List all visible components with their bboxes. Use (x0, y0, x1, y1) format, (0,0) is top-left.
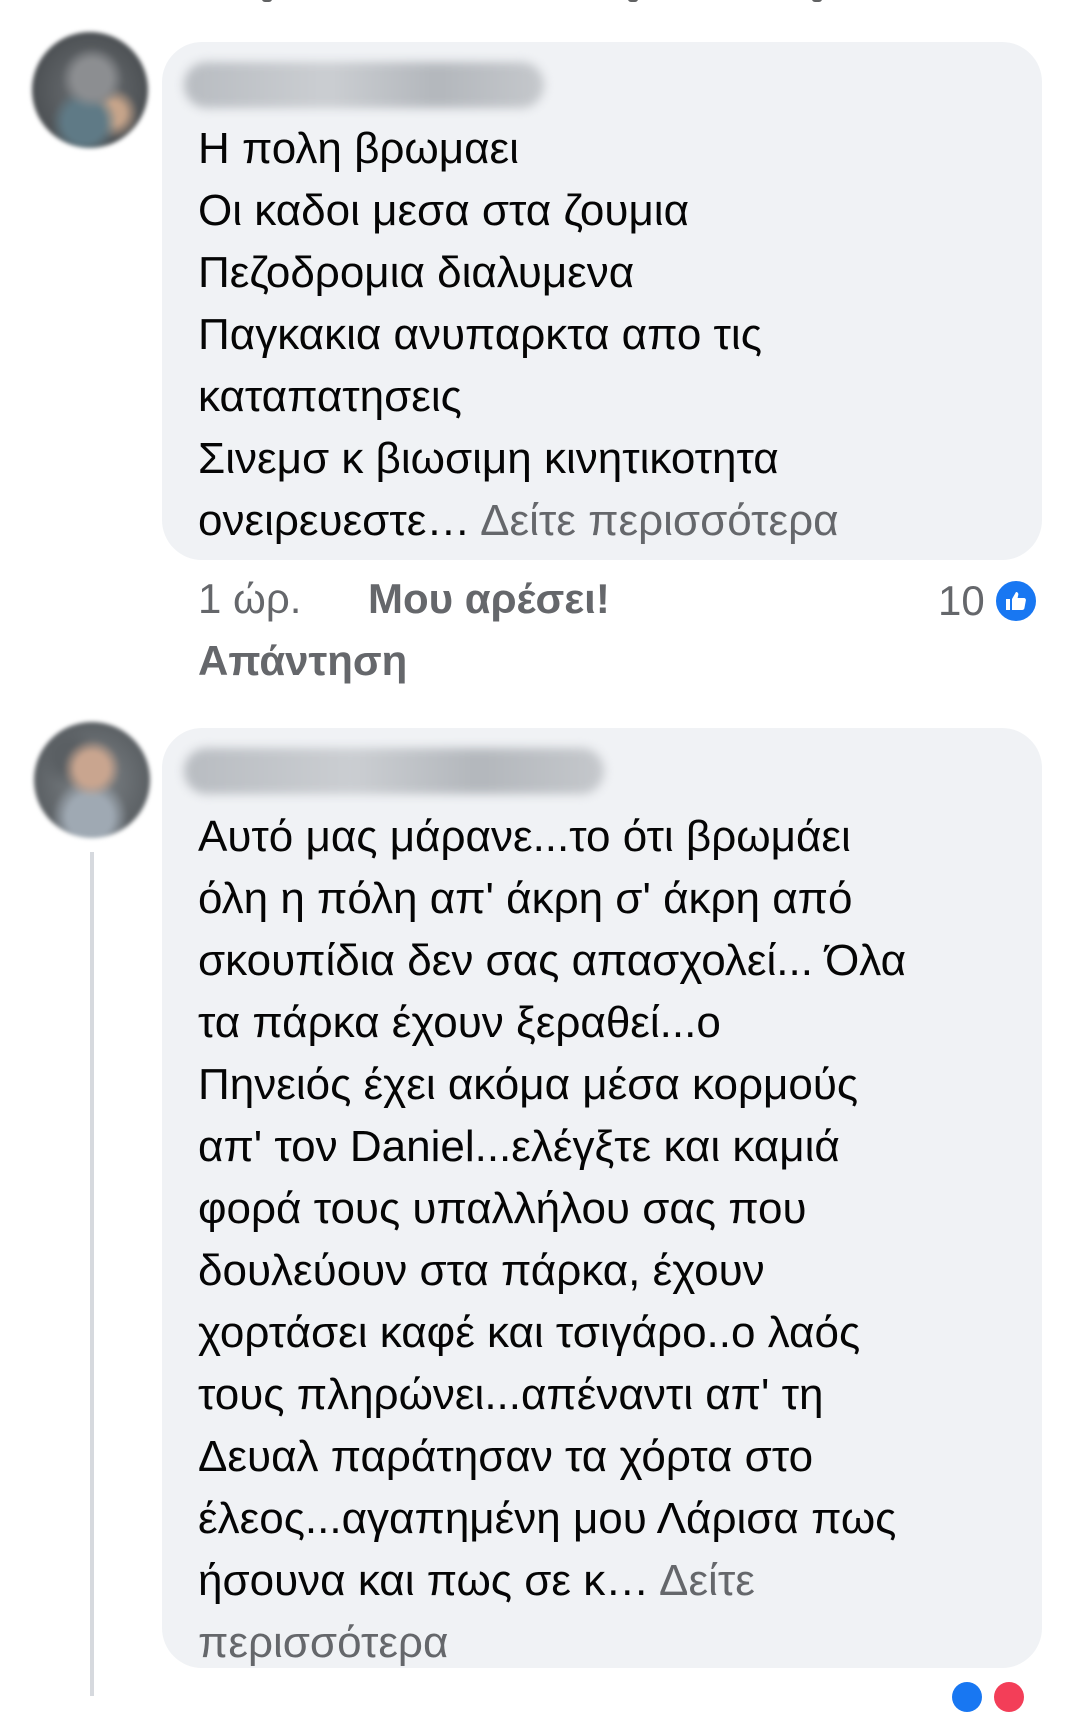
like-thumb-icon (992, 578, 1039, 624)
comment-line: τους πληρώνει...απέναντι απ' τη (198, 1370, 824, 1419)
comment-bubble: Αυτό μας μάρανε...το ότι βρωμάει όλη η π… (162, 728, 1042, 1668)
comment-line: τα πάρκα έχουν ξεραθεί...ο (198, 998, 721, 1047)
cropped-previous-content (0, 0, 1075, 10)
see-more-link-continued[interactable]: περισσότερα (198, 1612, 1028, 1674)
comment-line: Οι καδοι μεσα στα ζουμια (198, 186, 690, 235)
comment-last-line: ονειρευεστε… Δείτε περισσότερα (198, 490, 1028, 552)
comment-text: Η πολη βρωμαει Οι καδοι μεσα στα ζουμια … (198, 118, 1028, 552)
reply-button[interactable]: Απάντηση (198, 637, 407, 685)
comment-line: χορτάσει καφέ και τσιγάρο..ο λαός (198, 1308, 861, 1357)
comment-line: σκουπίδια δεν σας απασχολεί... Όλα (198, 936, 907, 985)
reactions-summary[interactable]: 10 (938, 575, 1039, 627)
see-more-link[interactable]: Δείτε περισσότερα (480, 496, 838, 545)
comment-line: Σινεμσ κ βιωσιμη κινητικοτητα (198, 434, 779, 483)
comment-line: έλεος...αγαπημένη μου Λάρισα πως (198, 1494, 897, 1543)
comment-line: ονειρευεστε… (198, 496, 471, 545)
comment-bubble: Η πολη βρωμαει Οι καδοι μεσα στα ζουμια … (162, 42, 1042, 560)
reaction-icon-peek (952, 1682, 982, 1712)
comment-timestamp[interactable]: 1 ώρ. (198, 575, 301, 623)
reaction-icon-peek (994, 1682, 1024, 1712)
author-name-blurred[interactable] (184, 748, 604, 794)
avatar[interactable] (32, 32, 148, 148)
author-name-blurred[interactable] (184, 62, 544, 108)
see-more-link[interactable]: Δείτε (659, 1556, 755, 1605)
comment-line: ήσουνα και πως σε κ… (198, 1556, 660, 1605)
comment-text: Αυτό μας μάρανε...το ότι βρωμάει όλη η π… (198, 806, 1028, 1674)
reaction-count: 10 (938, 577, 985, 624)
like-button[interactable]: Μου αρέσει! (368, 575, 610, 623)
comment-line: Δευαλ παράτησαν τα χόρτα στο (198, 1432, 814, 1481)
comment-line: φορά τους υπαλλήλου σας που (198, 1184, 807, 1233)
comment-line: Πεζοδρομια διαλυμενα (198, 248, 635, 297)
comment-line: καταπατησεις (198, 372, 462, 421)
comment-line: Παγκακια ανυπαρκτα απο τις (198, 310, 762, 359)
comment-line: δουλεύουν στα πάρκα, έχουν (198, 1246, 765, 1295)
comment-line: Αυτό μας μάρανε...το ότι βρωμάει (198, 812, 851, 861)
comment-last-line: ήσουνα και πως σε κ… Δείτε (198, 1550, 1028, 1612)
comment-line: Πηνειός έχει ακόμα μέσα κορμούς (198, 1060, 859, 1109)
comment-line: απ' τον Daniel...ελέγξτε και καμιά (198, 1122, 840, 1171)
thread-line (90, 852, 94, 1696)
comment-line: όλη η πόλη απ' άκρη σ' άκρη από (198, 874, 853, 923)
comment-line: Η πολη βρωμαει (198, 124, 519, 173)
avatar[interactable] (34, 722, 150, 838)
